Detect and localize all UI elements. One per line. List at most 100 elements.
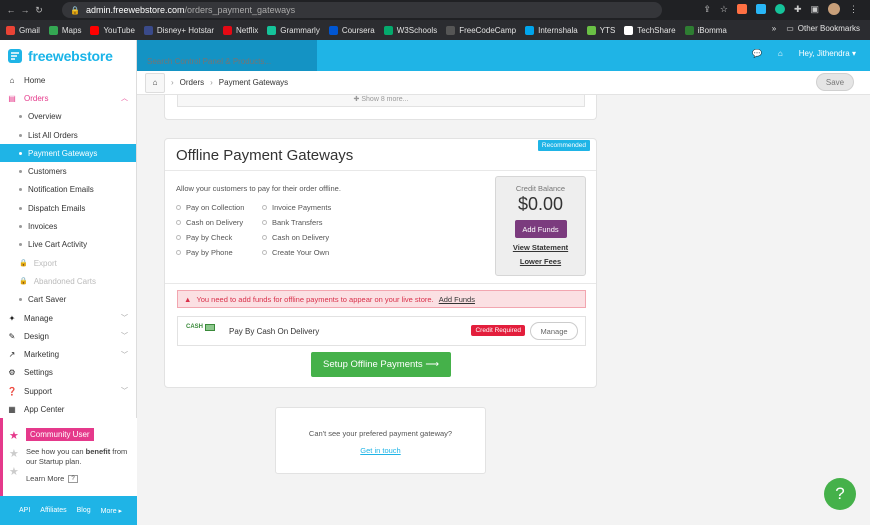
sidebar-item-design[interactable]: ✎ Design ﹀ bbox=[0, 327, 136, 345]
method-item: Bank Transfers bbox=[262, 218, 352, 227]
sidepanel-icon[interactable]: ▣ bbox=[810, 4, 819, 15]
sidebar-subitem-list-all-orders[interactable]: List All Orders bbox=[0, 126, 136, 144]
sidebar-subitem-abandoned-carts: 🔒 Abandoned Carts bbox=[19, 276, 96, 286]
alert-add-funds-link[interactable]: Add Funds bbox=[439, 295, 475, 304]
offline-payment-gateways-card: Recommended Offline Payment Gateways All… bbox=[164, 138, 597, 388]
design-icon: ✎ bbox=[8, 331, 16, 341]
show-more-button[interactable]: ✚ Show 8 more... bbox=[177, 95, 585, 107]
bookmark-item[interactable]: YouTube bbox=[90, 25, 135, 35]
bookmark-item[interactable]: Internshala bbox=[525, 25, 578, 35]
bookmark-icon bbox=[48, 25, 58, 35]
sidebar-item-orders[interactable]: ▤ Orders ︿ bbox=[0, 89, 136, 107]
bookmark-item[interactable]: FreeCodeCamp bbox=[446, 25, 516, 35]
plus-icon: ✚ bbox=[353, 96, 360, 103]
sidebar-subitem-notification-emails[interactable]: Notification Emails bbox=[0, 181, 136, 199]
user-menu[interactable]: Hey, Jithendra ▾ bbox=[799, 49, 856, 58]
bookmark-item[interactable]: iBomma bbox=[684, 25, 727, 35]
sidebar-subitem-overview[interactable]: Overview bbox=[0, 108, 136, 126]
sidebar-subitem-payment-gateways[interactable]: Payment Gateways bbox=[0, 144, 136, 163]
sidebar-subitem-customers[interactable]: Customers bbox=[0, 162, 136, 180]
setup-offline-payments-button[interactable]: Setup Offline Payments ⟶ bbox=[311, 352, 451, 377]
other-bookmarks[interactable]: ▭ Other Bookmarks bbox=[786, 24, 860, 33]
bookmark-item[interactable]: Netflix bbox=[223, 25, 258, 35]
profile-avatar[interactable] bbox=[828, 3, 840, 15]
sidebar-subitem-live-cart-activity[interactable]: Live Cart Activity bbox=[0, 236, 136, 254]
reload-icon[interactable]: ↻ bbox=[32, 5, 46, 16]
bookmark-item[interactable]: TechShare bbox=[624, 25, 676, 35]
puzzle-icon[interactable]: ✚ bbox=[794, 4, 802, 15]
bookmark-item[interactable]: YTS bbox=[586, 25, 615, 35]
divider bbox=[165, 283, 596, 284]
breadcrumb-orders[interactable]: Orders bbox=[180, 78, 204, 87]
chevron-down-icon: ﹀ bbox=[121, 388, 128, 396]
save-button[interactable]: Save bbox=[816, 73, 854, 91]
bookmark-item[interactable]: Coursera bbox=[328, 25, 375, 35]
method-item: Cash on Delivery bbox=[176, 218, 262, 227]
store-icon[interactable]: ⌂ bbox=[778, 49, 783, 58]
sidebar-item-home[interactable]: ⌂ Home bbox=[0, 71, 136, 89]
bookmark-icon bbox=[328, 25, 338, 35]
missing-gateway-text: Can't see your prefered payment gateway? bbox=[308, 429, 453, 438]
sidebar-subitem-cart-saver[interactable]: Cart Saver bbox=[0, 291, 136, 309]
chevron-down-icon: ﹀ bbox=[121, 333, 128, 341]
cash-logo-icon: CASH bbox=[186, 323, 216, 331]
bookmark-item[interactable]: Gmail bbox=[6, 25, 40, 35]
bookmarks-overflow[interactable]: » bbox=[772, 24, 776, 33]
sidebar-subitem-dispatch-emails[interactable]: Dispatch Emails bbox=[0, 199, 136, 217]
extension-icon[interactable] bbox=[736, 4, 747, 14]
bookmark-icon bbox=[6, 25, 15, 35]
app-center-icon: ▦ bbox=[8, 404, 16, 414]
bookmark-icon bbox=[223, 25, 233, 35]
bookmark-icon bbox=[90, 25, 100, 35]
grammarly-extension-icon[interactable] bbox=[774, 4, 785, 14]
bookmark-icon bbox=[624, 25, 634, 35]
offline-intro: Allow your customers to pay for their or… bbox=[176, 184, 341, 193]
lower-fees-link[interactable]: Lower Fees bbox=[496, 257, 585, 266]
sidebar-item-support[interactable]: ❓ Support ﹀ bbox=[0, 382, 136, 400]
extension-icon[interactable] bbox=[755, 4, 766, 14]
sidebar-footer: API Affiliates Blog More ▸ bbox=[0, 496, 137, 525]
sidebar-subitem-invoices[interactable]: Invoices bbox=[0, 217, 136, 235]
get-in-touch-link[interactable]: Get in touch bbox=[276, 446, 485, 455]
footer-link-api[interactable]: API bbox=[19, 507, 30, 514]
back-icon[interactable]: ← bbox=[4, 5, 18, 15]
breadcrumb-separator: › bbox=[171, 78, 174, 87]
credit-balance-panel: Credit Balance $0.00 Add Funds View Stat… bbox=[495, 176, 586, 276]
method-item: Invoice Payments bbox=[262, 203, 352, 212]
credit-required-badge: Credit Required bbox=[471, 325, 525, 336]
footer-link-affiliates[interactable]: Affiliates bbox=[40, 507, 66, 514]
view-statement-link[interactable]: View Statement bbox=[496, 243, 585, 252]
manage-button[interactable]: Manage bbox=[530, 322, 578, 340]
footer-link-more[interactable]: More ▸ bbox=[101, 507, 122, 515]
community-user-panel: ★ ★ ★ Community User See how you can ben… bbox=[0, 418, 137, 496]
help-chat-button[interactable]: ? bbox=[824, 478, 856, 510]
add-funds-button[interactable]: Add Funds bbox=[514, 220, 567, 238]
sidebar-item-marketing[interactable]: ↗ Marketing ﹀ bbox=[0, 345, 136, 363]
breadcrumb: › Orders › Payment Gateways bbox=[171, 78, 288, 87]
sidebar-item-manage[interactable]: ✦ Manage ﹀ bbox=[0, 309, 136, 327]
control-panel-search-input[interactable] bbox=[137, 40, 317, 71]
learn-more-link[interactable]: Learn More? bbox=[26, 474, 137, 483]
chat-icon[interactable]: 💬 bbox=[752, 49, 762, 58]
bookmark-item[interactable]: W3Schools bbox=[383, 25, 437, 35]
method-item: Pay on Collection bbox=[176, 203, 262, 212]
bookmark-star-icon[interactable]: ☆ bbox=[720, 4, 728, 15]
sidebar-item-settings[interactable]: ⚙ Settings bbox=[0, 364, 136, 382]
address-bar[interactable]: 🔒 admin.freewebstore.com /orders_payment… bbox=[62, 2, 662, 18]
home-icon[interactable]: ⌂ bbox=[145, 72, 165, 93]
star-empty-icon: ★ bbox=[9, 448, 19, 460]
kebab-menu-icon[interactable]: ⋮ bbox=[849, 4, 858, 15]
marketing-icon: ↗ bbox=[8, 350, 16, 360]
divider bbox=[165, 170, 596, 171]
brand[interactable]: freewebstore bbox=[0, 40, 137, 71]
method-item: Pay by Check bbox=[176, 233, 262, 242]
breadcrumb-payment-gateways: Payment Gateways bbox=[218, 78, 289, 87]
forward-icon[interactable]: → bbox=[18, 5, 32, 15]
bookmark-item[interactable]: Maps bbox=[48, 25, 81, 35]
bookmark-item[interactable]: Disney+ Hotstar bbox=[143, 25, 214, 35]
bookmark-item[interactable]: Grammarly bbox=[267, 25, 320, 35]
footer-link-blog[interactable]: Blog bbox=[77, 507, 91, 514]
sidebar-item-app-center[interactable]: ▦ App Center bbox=[0, 400, 136, 418]
support-icon: ❓ bbox=[7, 386, 17, 396]
share-icon[interactable]: ⇪ bbox=[703, 4, 711, 15]
